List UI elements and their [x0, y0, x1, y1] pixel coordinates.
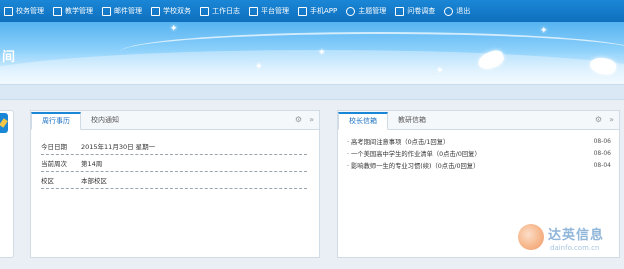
list-item[interactable]: · 影响教师一生的专业习惯(续)（0点击/0回复） 08-04 — [338, 159, 619, 171]
top-nav: 校务管理 教学管理 邮件管理 学校双务 工作日志 平台管理 手机APP 主题管理… — [0, 0, 624, 22]
row-label: 当前周次 — [41, 160, 67, 168]
list-item-date: 08-06 — [593, 137, 611, 145]
row-value: 2015年11月30日 星期一 — [81, 143, 156, 151]
pencil-icon — [0, 118, 8, 128]
header-banner: 间 ✦ ✦ ✦ ✦ ✦ — [0, 22, 624, 84]
nav-item-logout[interactable]: 退出 — [442, 0, 477, 22]
row-value: 本部校区 — [81, 177, 107, 185]
sparkle-icon: ✦ — [318, 48, 326, 58]
nav-label: 校务管理 — [16, 6, 44, 15]
schedule-panel: 周行事历 校内通知 ⚙ » 今日日期 2015年11月30日 星期一 当前周次 … — [30, 110, 320, 258]
schedule-tabbar: 周行事历 校内通知 ⚙ » — [31, 111, 319, 130]
gear-icon[interactable]: ⚙ — [595, 115, 602, 124]
nav-label: 学校双务 — [163, 6, 191, 15]
row-value: 第14周 — [81, 160, 103, 168]
watermark-brand: 达英信息 — [548, 228, 605, 243]
info-row: 校区 本部校区 — [41, 172, 307, 189]
nav-label: 问卷调查 — [407, 6, 436, 15]
side-panel-tab[interactable] — [0, 113, 8, 133]
watermark: 达英信息 dainfo.com.cn — [518, 222, 624, 258]
nav-item-work-log[interactable]: 工作日志 — [198, 0, 247, 22]
tab-weekly-schedule[interactable]: 周行事历 — [31, 112, 81, 130]
sparkle-icon: ✦ — [540, 26, 548, 36]
nav-label: 手机APP — [310, 6, 338, 15]
power-icon — [444, 6, 454, 16]
panel-tools: ⚙ » — [595, 115, 614, 124]
nav-item-theme[interactable]: 主题管理 — [344, 0, 393, 22]
banner-strip — [0, 84, 624, 100]
edit-icon — [53, 6, 62, 16]
mailbox-tabbar: 校长信箱 教研信箱 ⚙ » — [338, 111, 619, 130]
nav-item-platform[interactable]: 平台管理 — [247, 0, 296, 22]
tab-principal-mailbox[interactable]: 校长信箱 — [338, 112, 388, 130]
mail-icon — [102, 6, 111, 16]
list-item-title[interactable]: · 一个美国高中学生的作业清单（0点击/0回复） — [347, 149, 481, 158]
brand-logo-icon — [518, 224, 544, 250]
phone-icon — [298, 6, 307, 16]
nav-item-mail[interactable]: 邮件管理 — [100, 0, 149, 22]
tab-school-notice[interactable]: 校内通知 — [81, 111, 129, 129]
survey-icon — [395, 6, 405, 16]
collapsed-side-panel[interactable] — [0, 110, 14, 258]
nav-label: 退出 — [456, 6, 471, 15]
list-item-date: 08-06 — [593, 149, 611, 157]
nav-label: 邮件管理 — [114, 6, 142, 15]
home-icon — [4, 6, 13, 16]
row-label: 校区 — [41, 177, 54, 185]
sparkle-icon: ✦ — [436, 66, 444, 76]
banner-wave — [120, 32, 624, 72]
panel-tools: ⚙ » — [295, 115, 314, 124]
list-item-title[interactable]: · 影响教师一生的专业习惯(续)（0点击/0回复） — [347, 161, 479, 170]
info-row: 今日日期 2015年11月30日 星期一 — [41, 138, 307, 155]
nav-item-school-dual[interactable]: 学校双务 — [149, 0, 198, 22]
nav-item-survey[interactable]: 问卷调查 — [393, 0, 442, 22]
nav-item-teaching[interactable]: 教学管理 — [51, 0, 100, 22]
nav-item-mobile-app[interactable]: 手机APP — [296, 0, 344, 22]
book-icon — [151, 6, 160, 16]
list-item[interactable]: · 高考期间注意事项（0点击/1回复） 08-06 — [338, 135, 619, 147]
nav-label: 平台管理 — [261, 6, 289, 15]
list-item[interactable]: · 一个美国高中学生的作业清单（0点击/0回复） 08-06 — [338, 147, 619, 159]
expand-icon[interactable]: » — [609, 115, 614, 124]
watermark-domain: dainfo.com.cn — [550, 244, 600, 252]
nav-label: 工作日志 — [212, 6, 240, 15]
list-item-date: 08-04 — [593, 161, 611, 169]
tab-research-mailbox[interactable]: 教研信箱 — [388, 111, 436, 129]
list-item-title[interactable]: · 高考期间注意事项（0点击/1回复） — [347, 137, 449, 146]
sparkle-icon: ✦ — [255, 62, 263, 72]
platform-icon — [249, 6, 258, 16]
nav-label: 主题管理 — [358, 6, 387, 15]
banner-title: 间 — [2, 50, 16, 65]
user-icon — [346, 6, 356, 16]
info-row: 当前周次 第14周 — [41, 155, 307, 172]
gear-icon[interactable]: ⚙ — [295, 115, 302, 124]
sparkle-icon: ✦ — [170, 24, 178, 34]
nav-item-school-affairs[interactable]: 校务管理 — [0, 0, 51, 22]
expand-icon[interactable]: » — [309, 115, 314, 124]
nav-label: 教学管理 — [65, 6, 93, 15]
row-label: 今日日期 — [41, 143, 67, 151]
monitor-icon — [200, 6, 209, 16]
